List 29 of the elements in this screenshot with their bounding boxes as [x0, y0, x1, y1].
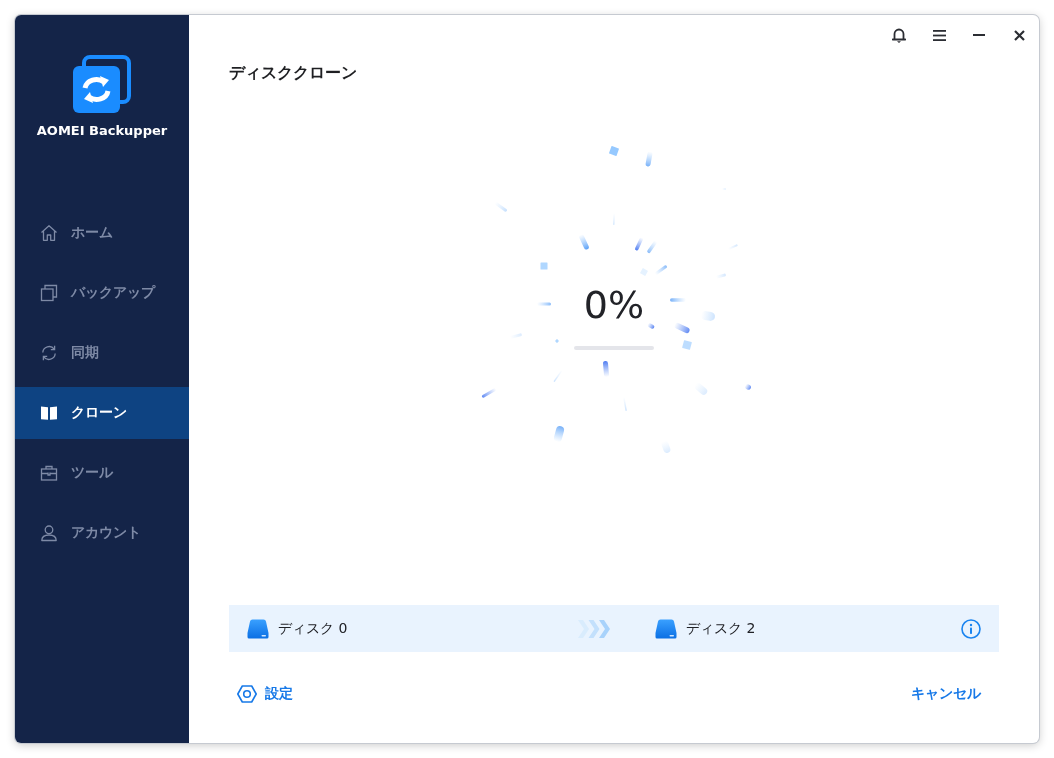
source-disk-label: ディスク 0 — [278, 619, 348, 638]
minimize-icon — [973, 34, 985, 36]
sync-icon — [40, 344, 58, 362]
sidebar-item[interactable]: ホーム — [15, 207, 189, 259]
close-icon — [1013, 29, 1025, 41]
person-icon — [40, 524, 58, 542]
cancel-button[interactable]: キャンセル — [911, 685, 981, 703]
sidebar-item[interactable]: クローン — [15, 387, 189, 439]
panels-icon — [40, 404, 58, 422]
squares-icon — [40, 284, 58, 302]
sidebar-item[interactable]: ツール — [15, 447, 189, 499]
bell-icon — [892, 27, 906, 43]
sidebar-item[interactable]: バックアップ — [15, 267, 189, 319]
page-title: ディスククローン — [229, 63, 357, 83]
target-disk-label: ディスク 2 — [686, 619, 756, 638]
toolbox-icon — [40, 464, 58, 482]
drive-icon — [655, 618, 677, 639]
app-name: AOMEI Backupper — [36, 123, 168, 139]
home-icon — [40, 224, 58, 242]
settings-button[interactable]: 設定 — [237, 685, 293, 703]
settings-icon — [237, 685, 257, 703]
app-logo-icon — [73, 55, 131, 113]
drive-icon — [247, 618, 269, 639]
menu-icon — [932, 29, 946, 41]
sidebar-item[interactable]: アカウント — [15, 507, 189, 559]
chevrons-icon — [578, 619, 610, 638]
info-icon[interactable] — [961, 618, 981, 639]
progress-percent: 0% — [583, 283, 645, 327]
sidebar-item[interactable]: 同期 — [15, 327, 189, 379]
